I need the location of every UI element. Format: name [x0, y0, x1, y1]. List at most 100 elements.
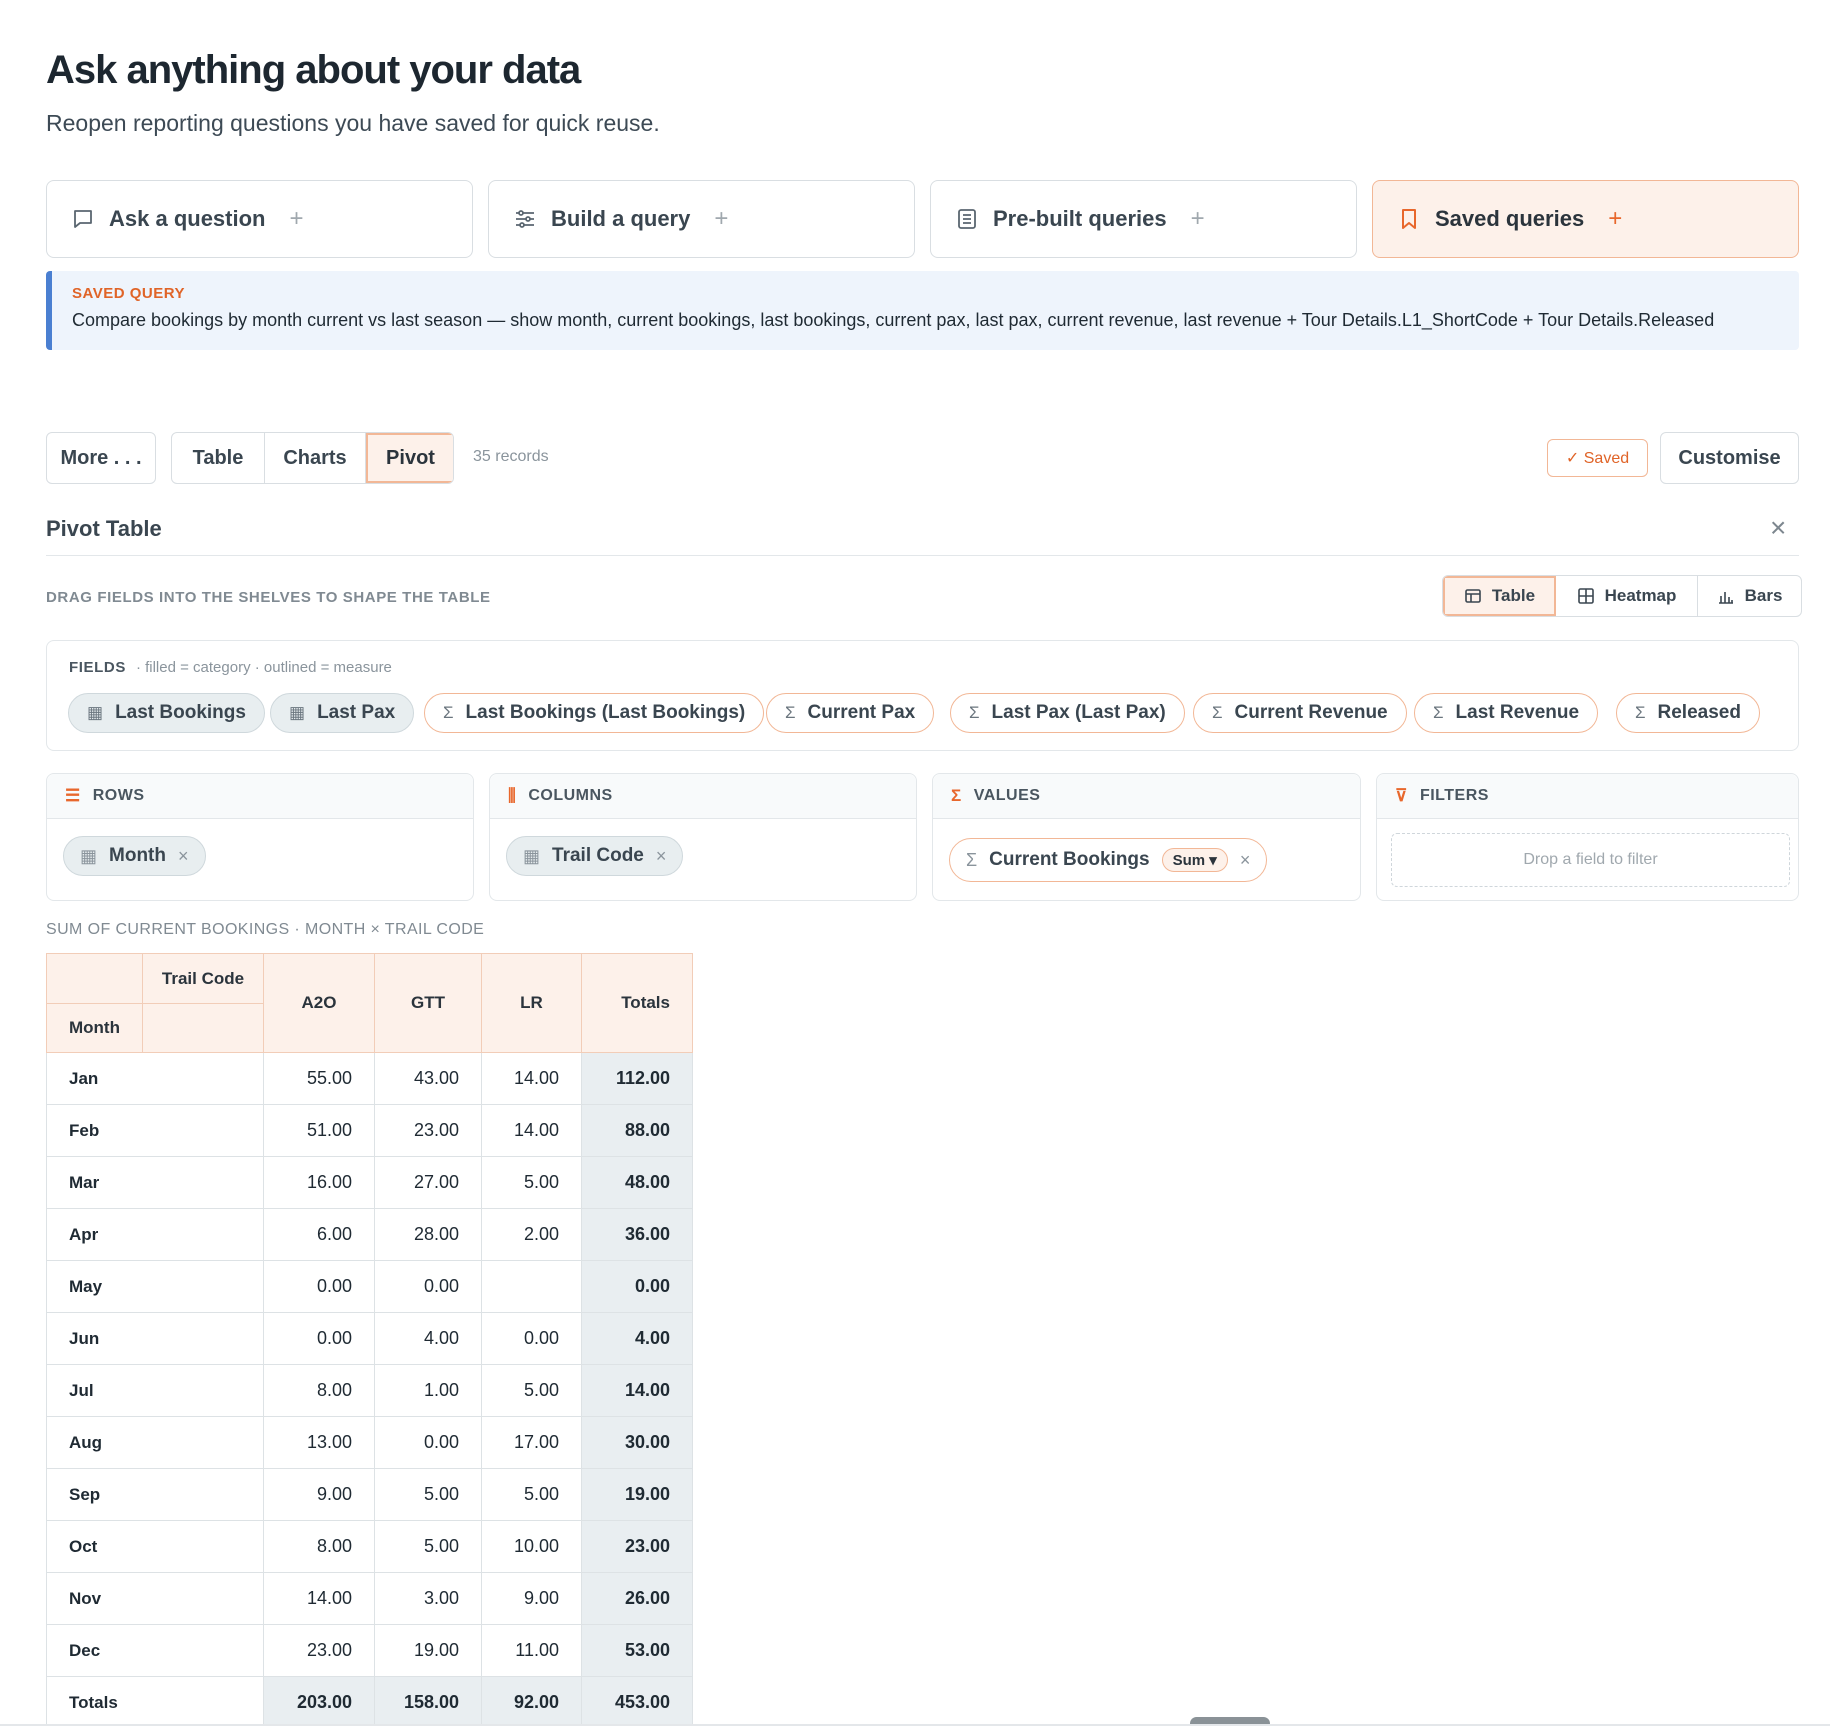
table-row: Mar 16.00 27.00 5.00 48.00 — [46, 1156, 693, 1209]
table-cell: 13.00 — [263, 1416, 375, 1469]
fields-panel: FIELDS · filled = category · outlined = m… — [46, 640, 1799, 751]
table-cell: 43.00 — [374, 1052, 482, 1105]
sigma-icon: Σ — [443, 703, 454, 722]
view-label: Heatmap — [1604, 586, 1677, 605]
table-row: Oct 8.00 5.00 10.00 23.00 — [46, 1520, 693, 1573]
mode-build-query[interactable]: Build a query + — [488, 180, 915, 258]
rows-field-pill[interactable]: ▦ Month × — [63, 836, 206, 876]
table-cell: 51.00 — [263, 1104, 375, 1157]
result-view-tabs: Table Charts Pivot — [171, 432, 454, 484]
tab-table[interactable]: Table — [172, 433, 265, 483]
table-cell: 9.00 — [263, 1468, 375, 1521]
plus-icon: + — [289, 205, 304, 232]
sigma-icon: Σ — [966, 849, 978, 870]
row-total: 112.00 — [581, 1052, 693, 1105]
filter-drop-zone[interactable]: Drop a field to filter — [1391, 833, 1790, 887]
table-row: Nov 14.00 3.00 9.00 26.00 — [46, 1572, 693, 1625]
table-row: Dec 23.00 19.00 11.00 53.00 — [46, 1624, 693, 1677]
saved-status-button[interactable]: ✓ Saved — [1547, 439, 1648, 477]
row-total: 53.00 — [581, 1624, 693, 1677]
row-total: 30.00 — [581, 1416, 693, 1469]
field-chip[interactable]: Σ Last Revenue — [1414, 693, 1599, 733]
mode-prebuilt-queries[interactable]: Pre-built queries + — [930, 180, 1357, 258]
shelf-label: COLUMNS — [528, 787, 613, 804]
table-row: May 0.00 0.00 0.00 — [46, 1260, 693, 1313]
table-cell: 3.00 — [374, 1572, 482, 1625]
results-toolbar: More . . . Table Charts Pivot 35 records… — [46, 432, 1799, 484]
view-bars[interactable]: Bars — [1698, 576, 1801, 616]
row-label: Mar — [46, 1156, 264, 1209]
pivot-caption: SUM OF CURRENT BOOKINGS · MONTH × TRAIL … — [46, 921, 485, 938]
field-chip[interactable]: Σ Current Revenue — [1193, 693, 1407, 733]
field-chip[interactable]: ▦ Last Pax — [270, 693, 415, 733]
document-icon — [958, 209, 976, 229]
filters-shelf[interactable]: ⊽ FILTERS Drop a field to filter — [1376, 773, 1799, 901]
column-header: GTT — [374, 953, 482, 1053]
columns-shelf[interactable]: ⫼ COLUMNS ▦ Trail Code × — [489, 773, 917, 901]
field-chip[interactable]: Σ Released — [1616, 693, 1760, 733]
table-icon: ▦ — [523, 845, 541, 866]
more-button[interactable]: More . . . — [46, 432, 156, 484]
row-total: 23.00 — [581, 1520, 693, 1573]
table-cell: 2.00 — [481, 1208, 582, 1261]
plus-icon: + — [1190, 205, 1205, 232]
tab-pivot[interactable]: Pivot — [366, 433, 453, 483]
table-cell: 14.00 — [481, 1052, 582, 1105]
table-row: Aug 13.00 0.00 17.00 30.00 — [46, 1416, 693, 1469]
table-cell: 5.00 — [374, 1520, 482, 1573]
remove-icon[interactable]: × — [178, 846, 189, 867]
mode-label: Build a query — [551, 206, 691, 231]
view-heatmap[interactable]: Heatmap — [1556, 576, 1698, 616]
tab-charts[interactable]: Charts — [265, 433, 366, 483]
view-table[interactable]: Table — [1443, 576, 1556, 616]
remove-icon[interactable]: × — [1240, 850, 1251, 871]
table-cell: 27.00 — [374, 1156, 482, 1209]
mode-ask-question[interactable]: Ask a question + — [46, 180, 473, 258]
customise-button[interactable]: Customise — [1660, 432, 1799, 484]
values-field-pill[interactable]: Σ Current Bookings Sum ▾ × — [949, 838, 1268, 882]
rows-icon: ☰ — [65, 786, 81, 805]
column-total: 203.00 — [263, 1676, 375, 1726]
corner-row-label: Month — [46, 1003, 143, 1053]
sigma-icon: Σ — [785, 703, 796, 722]
remove-icon[interactable]: × — [656, 846, 667, 867]
columns-icon: ⫼ — [508, 786, 517, 805]
table-cell: 0.00 — [263, 1312, 375, 1365]
page-title: Ask anything about your data — [46, 48, 581, 92]
filter-icon: ⊽ — [1395, 786, 1408, 805]
row-total: 14.00 — [581, 1364, 693, 1417]
close-icon[interactable]: × — [1770, 514, 1786, 542]
row-total: 48.00 — [581, 1156, 693, 1209]
field-chip[interactable]: ▦ Last Bookings — [68, 693, 265, 733]
field-chip[interactable]: Σ Last Bookings (Last Bookings) — [424, 693, 765, 733]
column-header: LR — [481, 953, 582, 1053]
table-cell: 14.00 — [481, 1104, 582, 1157]
values-shelf[interactable]: Σ VALUES Σ Current Bookings Sum ▾ × — [932, 773, 1361, 901]
column-total: 158.00 — [374, 1676, 482, 1726]
table-cell: 23.00 — [374, 1104, 482, 1157]
columns-field-pill[interactable]: ▦ Trail Code × — [506, 836, 684, 876]
table-row: Jan 55.00 43.00 14.00 112.00 — [46, 1052, 693, 1105]
row-label: Nov — [46, 1572, 264, 1625]
table-cell: 5.00 — [374, 1468, 482, 1521]
sigma-icon: Σ — [1212, 703, 1223, 722]
row-total: 88.00 — [581, 1104, 693, 1157]
field-chip[interactable]: Σ Current Pax — [766, 693, 935, 733]
row-label: Oct — [46, 1520, 264, 1573]
table-cell: 10.00 — [481, 1520, 582, 1573]
fields-legend: · filled = category · outlined = measure — [135, 659, 392, 676]
table-row: Feb 51.00 23.00 14.00 88.00 — [46, 1104, 693, 1157]
view-label: Bars — [1744, 586, 1783, 605]
column-total: 92.00 — [481, 1676, 582, 1726]
view-label: Table — [1491, 586, 1536, 605]
field-chip[interactable]: Σ Last Pax (Last Pax) — [950, 693, 1185, 733]
bookmark-icon — [1402, 209, 1416, 229]
mode-saved-queries[interactable]: Saved queries + — [1372, 180, 1799, 258]
sigma-icon: Σ — [1635, 703, 1646, 722]
rows-shelf[interactable]: ☰ ROWS ▦ Month × — [46, 773, 474, 901]
pivot-table: Trail Code A2O GTT LR Totals Month Jan 55… — [46, 953, 693, 1726]
table-cell: 0.00 — [263, 1260, 375, 1313]
aggregation-select[interactable]: Sum ▾ — [1161, 848, 1228, 872]
table-row: Jul 8.00 1.00 5.00 14.00 — [46, 1364, 693, 1417]
row-label: May — [46, 1260, 264, 1313]
